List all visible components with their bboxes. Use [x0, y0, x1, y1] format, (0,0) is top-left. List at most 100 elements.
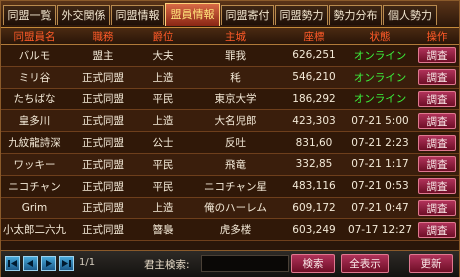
- first-page-button[interactable]: [5, 256, 20, 271]
- header-member-name[interactable]: 同盟員名: [1, 28, 68, 44]
- member-city: 飛竜: [225, 158, 246, 171]
- member-city: 大名児郎: [214, 115, 257, 128]
- tab-alliance-power[interactable]: 同盟勢力: [275, 5, 328, 25]
- member-coord: 831,60: [295, 136, 333, 149]
- investigate-button[interactable]: 調査: [418, 90, 456, 107]
- search-button[interactable]: 検索: [291, 254, 335, 273]
- next-page-icon: [46, 260, 52, 267]
- member-role: 正式同盟: [82, 180, 124, 193]
- member-role: 正式同盟: [82, 115, 124, 128]
- member-status: 07-21 2:23: [351, 136, 409, 149]
- tab-member-info[interactable]: 盟員情報: [165, 3, 220, 26]
- member-city: ニコチャン星: [204, 180, 267, 193]
- member-city: 反吐: [225, 137, 246, 150]
- member-coord: 186,292: [292, 92, 336, 105]
- member-rank: 上造: [152, 71, 174, 84]
- member-coord: 332,85: [295, 158, 333, 171]
- member-name: ニコチャン: [8, 180, 61, 193]
- header-rank[interactable]: 爵位: [138, 28, 188, 44]
- member-coord: 483,116: [292, 180, 336, 193]
- tab-power-distribution[interactable]: 勢力分布: [329, 5, 382, 25]
- member-role: 正式同盟: [82, 158, 124, 171]
- member-status: オンライン: [353, 71, 407, 84]
- member-rank: 上造: [152, 202, 174, 215]
- table-row: たちばな 正式同盟 平民 東京大学 186,292 オンライン 調査: [1, 88, 459, 111]
- header-action: 操作: [426, 30, 448, 43]
- prev-page-button[interactable]: [23, 256, 38, 271]
- table-header: 同盟員名 職務 爵位 主城 座標 状態 操作: [1, 28, 459, 45]
- member-city: 東京大学: [214, 93, 257, 106]
- member-role: 盟主: [92, 49, 114, 62]
- member-rank: 平民: [152, 158, 174, 171]
- prev-page-icon: [27, 260, 33, 267]
- member-rank: 上造: [152, 115, 174, 128]
- member-status: 07-21 0:53: [351, 180, 409, 193]
- action-cell: 調査: [415, 67, 459, 88]
- member-status: 07-21 0:47: [351, 201, 409, 214]
- member-rank: 平民: [152, 93, 174, 106]
- last-page-button[interactable]: [59, 256, 74, 271]
- member-name: 小太郎二六九: [3, 224, 66, 237]
- member-status: 07-17 12:27: [347, 223, 413, 236]
- member-name: Grim: [21, 201, 48, 214]
- refresh-button[interactable]: 更新: [409, 254, 453, 273]
- investigate-button[interactable]: 調査: [418, 134, 456, 151]
- action-cell: 調査: [415, 154, 459, 175]
- header-coordinates[interactable]: 座標: [283, 28, 345, 44]
- member-city: 俺のハーレム: [204, 202, 267, 215]
- action-cell: 調査: [415, 219, 459, 240]
- member-coord: 609,172: [292, 201, 336, 214]
- member-rank: 公士: [152, 137, 174, 150]
- last-page-icon: [62, 260, 71, 267]
- member-status: 07-21 5:00: [351, 114, 409, 127]
- investigate-button[interactable]: 調査: [418, 156, 456, 173]
- investigate-button[interactable]: 調査: [418, 221, 456, 238]
- tab-donation[interactable]: 同盟寄付: [221, 5, 274, 25]
- tab-bar: 同盟一覧 外交関係 同盟情報 盟員情報 同盟寄付 同盟勢力 勢力分布 個人勢力: [1, 1, 459, 28]
- lord-search-label: 君主検索:: [144, 259, 190, 271]
- footer-bar: 1/1 君主検索: 検索 全表示 更新: [1, 250, 459, 277]
- action-cell: 調査: [415, 132, 459, 153]
- tab-alliance-info[interactable]: 同盟情報: [111, 5, 164, 25]
- first-page-icon: [8, 260, 17, 267]
- member-city: 罪我: [225, 49, 246, 62]
- tab-alliance-list[interactable]: 同盟一覧: [3, 5, 56, 25]
- tab-personal-power[interactable]: 個人勢力: [383, 5, 437, 25]
- next-page-button[interactable]: [41, 256, 56, 271]
- member-role: 正式同盟: [82, 93, 124, 106]
- member-name: 皇多川: [18, 115, 51, 128]
- member-table: 同盟員名 職務 爵位 主城 座標 状態 操作 バルモ 盟主 大夫 罪我 626,251 オ…: [1, 28, 459, 242]
- member-coord: 423,303: [292, 114, 336, 127]
- member-name: 九紋龍詩深: [8, 137, 61, 150]
- member-role: 正式同盟: [82, 137, 124, 150]
- investigate-button[interactable]: 調査: [418, 199, 456, 216]
- alliance-member-panel: 同盟一覧 外交関係 同盟情報 盟員情報 同盟寄付 同盟勢力 勢力分布 個人勢力 …: [0, 0, 460, 277]
- table-row: バルモ 盟主 大夫 罪我 626,251 オンライン 調査: [1, 45, 459, 67]
- header-status[interactable]: 状態: [345, 28, 415, 44]
- show-all-button[interactable]: 全表示: [341, 254, 389, 273]
- member-status: オンライン: [353, 49, 407, 62]
- member-name: ワッキー: [13, 158, 56, 171]
- header-role[interactable]: 職務: [68, 28, 138, 44]
- member-coord: 603,249: [292, 223, 336, 236]
- investigate-button[interactable]: 調査: [418, 178, 456, 195]
- member-coord: 626,251: [292, 49, 336, 62]
- investigate-button[interactable]: 調査: [418, 112, 456, 129]
- lord-search-input[interactable]: [201, 255, 289, 272]
- member-name: バルモ: [18, 49, 51, 62]
- investigate-button[interactable]: 調査: [418, 69, 456, 86]
- header-main-city[interactable]: 主城: [188, 28, 283, 44]
- member-role: 正式同盟: [82, 224, 124, 237]
- member-name: たちばな: [13, 93, 56, 106]
- action-cell: 調査: [415, 110, 459, 131]
- member-rank: 平民: [152, 180, 174, 193]
- table-body: バルモ 盟主 大夫 罪我 626,251 オンライン 調査 ミリ谷 正式同盟 上造秏 546,210…: [1, 45, 459, 242]
- action-cell: 調査: [415, 45, 459, 66]
- action-cell: 調査: [415, 198, 459, 219]
- investigate-button[interactable]: 調査: [418, 47, 456, 64]
- table-row: Grim 正式同盟 上造 俺のハーレム 609,172 07-21 0:47 調査: [1, 197, 459, 220]
- member-city: 秏: [230, 71, 241, 84]
- table-row: ニコチャン 正式同盟 平民 ニコチャン星 483,116 07-21 0:53 調査: [1, 175, 459, 198]
- member-role: 正式同盟: [82, 202, 124, 215]
- tab-diplomacy[interactable]: 外交関係: [57, 5, 110, 25]
